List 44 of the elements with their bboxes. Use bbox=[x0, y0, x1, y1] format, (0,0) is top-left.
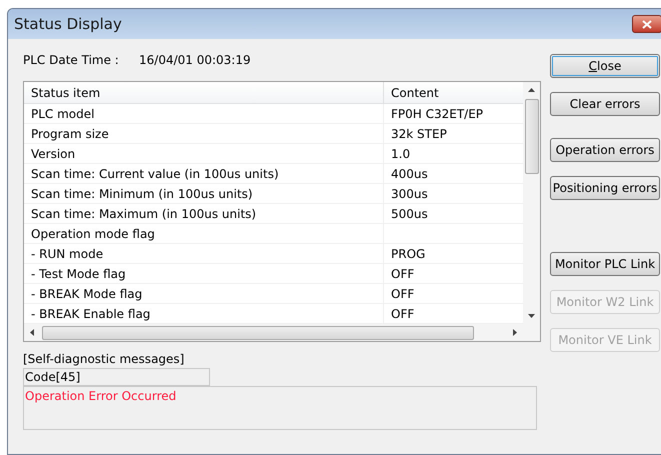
date-time-label: PLC Date Time : bbox=[23, 52, 120, 69]
table-cell: Operation mode flag bbox=[24, 224, 384, 243]
table-cell: - BREAK Enable flag bbox=[24, 304, 384, 323]
scroll-down-icon[interactable] bbox=[528, 314, 535, 318]
table-cell: - RUN mode bbox=[24, 244, 384, 263]
scroll-right-icon[interactable] bbox=[513, 329, 517, 336]
table-cell-text: FP0H C32ET/EP bbox=[390, 106, 484, 122]
table-cell: Scan time: Minimum (in 100us units) bbox=[24, 184, 384, 203]
table-cell: Program size bbox=[24, 124, 384, 143]
table-cell-text: 400us bbox=[390, 166, 429, 182]
diagnostics-heading: [Self-diagnostic messages] bbox=[23, 351, 186, 368]
table-cell: Scan time: Current value (in 100us units) bbox=[24, 164, 384, 183]
table-cell-text: PROG bbox=[390, 246, 426, 262]
action-button[interactable]: Monitor PLC Link bbox=[550, 252, 660, 276]
action-button[interactable]: Close bbox=[550, 54, 660, 78]
table-cell-text: OFF bbox=[390, 266, 416, 282]
vertical-scrollbar[interactable] bbox=[523, 82, 540, 324]
scroll-up-icon[interactable] bbox=[528, 88, 535, 92]
date-time-value: 16/04/01 00:03:19 bbox=[139, 52, 251, 69]
window-title: Status Display bbox=[14, 14, 122, 35]
action-button[interactable]: Operation errors bbox=[550, 138, 660, 162]
error-code-field: Code[45] bbox=[23, 368, 210, 386]
table-cell-text: 300us bbox=[390, 186, 429, 202]
action-button[interactable]: Positioning errors bbox=[550, 176, 660, 200]
table-cell: - BREAK Mode flag bbox=[24, 284, 384, 303]
table-cell-text: OFF bbox=[390, 286, 416, 302]
column-header[interactable]: Content bbox=[384, 82, 523, 103]
table-cell-text: 1.0 bbox=[390, 146, 412, 162]
table-cell: Scan time: Maximum (in 100us units) bbox=[24, 204, 384, 223]
scrollbar-thumb[interactable] bbox=[42, 326, 474, 340]
horizontal-scrollbar[interactable] bbox=[24, 324, 540, 341]
table-cell-text: OFF bbox=[390, 306, 416, 322]
table-cell-text: 32k STEP bbox=[390, 126, 448, 142]
table-cell: - Test Mode flag bbox=[24, 264, 384, 283]
close-button[interactable] bbox=[632, 15, 661, 33]
column-header[interactable]: Status item bbox=[24, 82, 384, 103]
scrollbar-thumb[interactable] bbox=[524, 99, 538, 174]
close-icon bbox=[642, 20, 652, 28]
table-cell-text: 500us bbox=[390, 206, 429, 222]
action-button[interactable]: Clear errors bbox=[550, 92, 660, 116]
table-cell: PLC model bbox=[24, 104, 384, 123]
scroll-left-icon[interactable] bbox=[30, 329, 34, 336]
error-message-field: Operation Error Occurred bbox=[23, 386, 537, 430]
table-cell: Version bbox=[24, 144, 384, 163]
